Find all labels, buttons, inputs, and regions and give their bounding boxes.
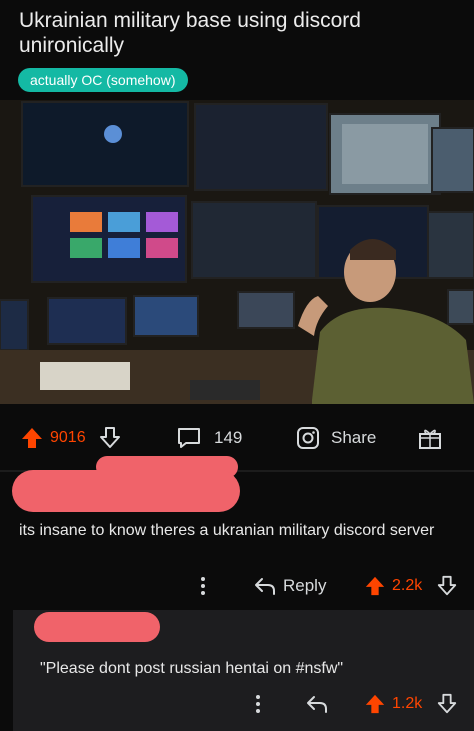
redacted-author-name [34, 612, 160, 642]
award-button[interactable] [418, 420, 442, 456]
comment-body: its insane to know theres a ukranian mil… [19, 522, 435, 539]
reply-arrow-icon [307, 696, 327, 713]
share-button[interactable]: Share [296, 420, 376, 456]
comment-bubble-icon [178, 428, 200, 448]
upvote-arrow-icon [365, 576, 385, 596]
upvote-arrow-icon [22, 428, 42, 448]
downvote-button[interactable] [98, 420, 122, 456]
award-gift-icon [419, 429, 441, 449]
reply-arrow-icon [255, 578, 275, 595]
redacted-author-name [12, 470, 240, 512]
comment-vote-count: 1.2k [392, 695, 423, 712]
share-icon [297, 427, 319, 449]
comment-upvote-button[interactable] [364, 692, 386, 716]
upvote-button[interactable] [20, 420, 44, 456]
more-dots-icon [256, 695, 260, 713]
downvote-arrow-icon [437, 693, 457, 714]
more-options-button[interactable] [253, 692, 263, 716]
reply-label: Reply [283, 576, 327, 595]
post-title: Ukrainian military base using discord un… [19, 9, 361, 57]
more-options-button[interactable] [198, 574, 208, 598]
comment-downvote-button[interactable] [436, 692, 458, 716]
comments-button[interactable]: 149 [176, 420, 242, 456]
reply-button[interactable]: Reply [254, 574, 326, 598]
comment-body: "Please dont post russian hentai on #nsf… [40, 660, 344, 677]
reply-button[interactable] [306, 692, 328, 716]
post-image[interactable] [0, 100, 474, 404]
more-dots-icon [201, 577, 205, 595]
comment-upvote-button[interactable] [364, 574, 386, 598]
comment-downvote-button[interactable] [436, 574, 458, 598]
post-action-bar: 9016 149 Share [0, 420, 474, 456]
comment-count: 149 [214, 428, 243, 447]
post-vote-count: 9016 [50, 429, 86, 446]
downvote-arrow-icon [437, 575, 457, 596]
operations-room-illustration [0, 100, 474, 404]
upvote-arrow-icon [365, 694, 385, 714]
downvote-arrow-icon [100, 427, 120, 448]
post-flair[interactable]: actually OC (somehow) [18, 68, 188, 92]
thread-indent-line [0, 610, 13, 731]
comment-vote-count: 2.2k [392, 577, 423, 594]
share-label: Share [331, 428, 377, 447]
